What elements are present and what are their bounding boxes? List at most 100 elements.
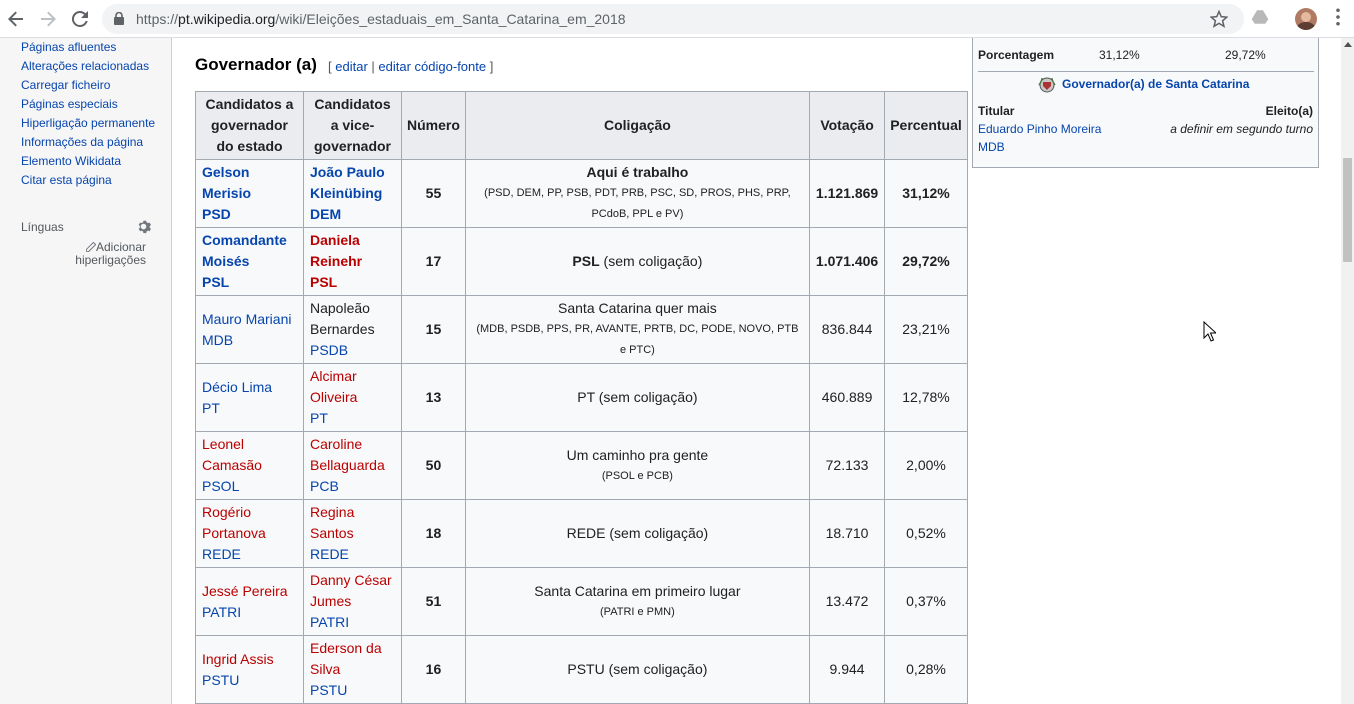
votes-cell: 1.121.869 [808, 159, 886, 228]
gear-icon[interactable] [136, 219, 151, 234]
sidebar-item-carregar-ficheiro[interactable]: Carregar ficheiro [21, 78, 161, 92]
table-row: Gelson Merisio PSD João Paulo Kleinübing DEM… [195, 159, 968, 228]
person-link[interactable]: Ingrid Assis [202, 649, 297, 670]
sidebar-item-alteracoes-relacionadas[interactable]: Alterações relacionadas [21, 59, 161, 73]
page-scrollbar[interactable] [1341, 38, 1354, 704]
infobox-titular-label: Titular [978, 104, 1015, 118]
person-link[interactable]: Jessé Pereira [202, 581, 297, 602]
infobox-governor-link[interactable]: Governador(a) de Santa Catarina [1062, 77, 1249, 91]
party-link[interactable]: PATRI [310, 612, 395, 633]
url-text: https://pt.wikipedia.org/wiki/Eleições_e… [136, 11, 626, 27]
coalition-cell: Santa Catarina quer mais (MDB, PSDB, PPS,… [464, 295, 810, 364]
header-coalition: Coligação [464, 91, 810, 160]
candidate-cell: Rogério Portanova REDE [195, 499, 304, 568]
party-link[interactable]: PSTU [202, 670, 297, 691]
coalition-name: Santa Catarina em primeiro lugar [534, 582, 741, 599]
candidate-cell: Décio Lima PT [195, 363, 304, 432]
avatar[interactable] [1295, 8, 1317, 30]
party-link[interactable]: PSD [202, 204, 297, 225]
sidebar: Páginas afluentes Alterações relacionada… [0, 38, 171, 704]
table-row: Leonel Camasão PSOL Caroline Bellaguarda PCB 5… [195, 431, 968, 500]
party-link[interactable]: PT [310, 408, 395, 429]
person-link[interactable]: Santos [310, 523, 395, 544]
address-bar[interactable]: https://pt.wikipedia.org/wiki/Eleições_e… [102, 4, 1244, 34]
person-link[interactable]: Mauro Mariani [202, 309, 297, 330]
percent-cell: 23,21% [884, 295, 968, 364]
infobox-titular-name[interactable]: Eduardo Pinho Moreira [978, 122, 1101, 136]
person-link[interactable]: João Paulo [310, 162, 395, 183]
back-button[interactable] [4, 7, 28, 31]
coalition-cell: PT (sem coligação) [464, 363, 810, 432]
number-cell: 55 [401, 159, 466, 228]
votes-cell: 9.944 [808, 635, 886, 704]
infobox-titular-party[interactable]: MDB [978, 140, 1005, 154]
party-link[interactable]: PSDB [310, 340, 395, 361]
forward-button[interactable] [36, 7, 60, 31]
candidate-cell: Gelson Merisio PSD [195, 159, 304, 228]
drive-icon[interactable] [1251, 8, 1269, 26]
party-link[interactable]: PSOL [202, 476, 297, 497]
person-link[interactable]: Leonel [202, 434, 297, 455]
party-link[interactable]: PSTU [310, 680, 395, 701]
person-link[interactable]: Kleinübing [310, 183, 395, 204]
person-link[interactable]: Ederson da [310, 638, 395, 659]
votes-cell: 1.071.406 [808, 227, 886, 296]
person-link[interactable]: Portanova [202, 523, 297, 544]
infobox-percent-2: 29,72% [1225, 48, 1266, 62]
infobox-eleito-label: Eleito(a) [1265, 104, 1313, 118]
person-link[interactable]: Moisés [202, 251, 297, 272]
infobox: Porcentagem 31,12% 29,72% Governador(a) … [972, 38, 1319, 168]
percent-cell: 2,00% [884, 431, 968, 500]
person-link: Napoleão [310, 300, 370, 316]
person-link[interactable]: Reinehr [310, 251, 395, 272]
coalition-parties: (MDB, PSDB, PPS, PR, AVANTE, PRTB, DC, P… [476, 323, 799, 356]
scroll-thumb[interactable] [1343, 158, 1352, 262]
sidebar-item-citar-pagina[interactable]: Citar esta página [21, 173, 161, 187]
scroll-up-arrow[interactable] [1344, 42, 1352, 47]
party-link[interactable]: PSL [310, 272, 395, 293]
sidebar-item-hiperligacao-permanente[interactable]: Hiperligação permanente [21, 116, 161, 130]
edit-source-link[interactable]: editar código-fonte [378, 59, 486, 74]
percent-cell: 29,72% [884, 227, 968, 296]
content-border [171, 38, 172, 704]
person-link[interactable]: Oliveira [310, 387, 395, 408]
table-row: Mauro Mariani MDB Napoleão Bernardes PSDB 15 S… [195, 295, 968, 364]
person-link[interactable]: Rogério [202, 502, 297, 523]
add-interlanguage-links[interactable]: Adicionar hiperligações [60, 241, 146, 267]
vice-cell: Regina Santos REDE [303, 499, 402, 568]
coalition-cell: Aqui é trabalho (PSD, DEM, PP, PSB, PDT, … [464, 159, 810, 228]
person-link[interactable]: Camasão [202, 455, 297, 476]
person-link[interactable]: Caroline [310, 434, 395, 455]
star-icon[interactable] [1210, 10, 1228, 28]
person-link[interactable]: Alcimar [310, 366, 395, 387]
party-link[interactable]: MDB [202, 330, 297, 351]
party-link[interactable]: REDE [202, 544, 297, 565]
person-link[interactable]: Décio Lima [202, 377, 297, 398]
party-link[interactable]: PATRI [202, 602, 297, 623]
section-title: Governador (a) [195, 55, 317, 74]
person-link[interactable]: Gelson Merisio [202, 162, 297, 204]
person-link[interactable]: Jumes [310, 591, 395, 612]
reload-button[interactable] [68, 7, 92, 31]
candidate-cell: Jessé Pereira PATRI [195, 567, 304, 636]
person-link[interactable]: Bellaguarda [310, 455, 395, 476]
party-link[interactable]: REDE [310, 544, 395, 565]
number-cell: 15 [401, 295, 466, 364]
person-link[interactable]: Danny César [310, 570, 395, 591]
party-link[interactable]: PT [202, 398, 297, 419]
sidebar-item-paginas-especiais[interactable]: Páginas especiais [21, 97, 161, 111]
edit-link[interactable]: editar [335, 59, 368, 74]
sidebar-item-informacoes-pagina[interactable]: Informações da página [21, 135, 161, 149]
person-link[interactable]: Regina [310, 502, 395, 523]
party-link[interactable]: DEM [310, 204, 395, 225]
party-link[interactable]: PCB [310, 476, 395, 497]
coalition-name: PSL [572, 253, 600, 269]
person-link[interactable]: Daniela [310, 230, 395, 251]
sidebar-item-elemento-wikidata[interactable]: Elemento Wikidata [21, 154, 161, 168]
person-link[interactable]: Comandante [202, 230, 297, 251]
menu-dots-icon[interactable] [1333, 8, 1343, 26]
party-link[interactable]: PSL [202, 272, 297, 293]
number-cell: 16 [401, 635, 466, 704]
sidebar-item-paginas-afluentes[interactable]: Páginas afluentes [21, 40, 161, 54]
person-link[interactable]: Silva [310, 659, 395, 680]
